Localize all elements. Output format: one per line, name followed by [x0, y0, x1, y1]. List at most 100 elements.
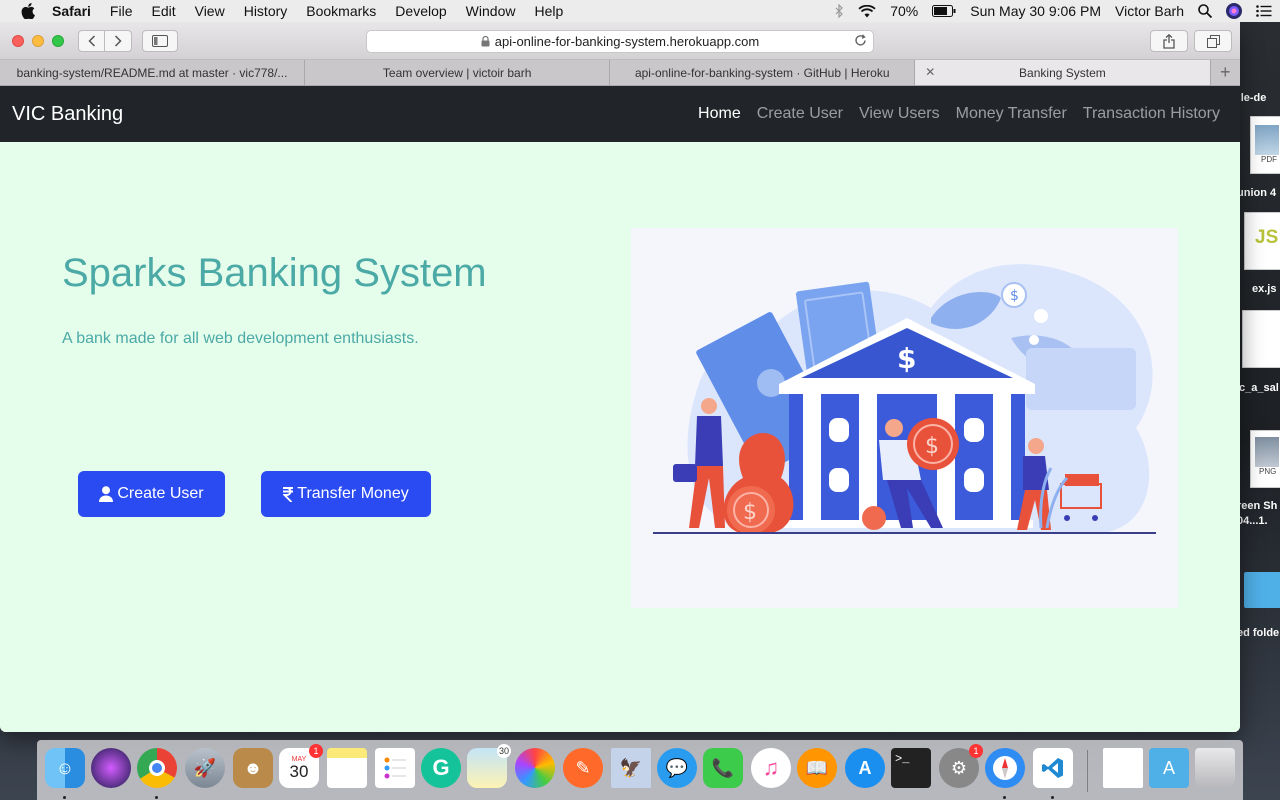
nav-view-users[interactable]: View Users: [859, 105, 940, 123]
menu-edit[interactable]: Edit: [151, 3, 175, 19]
menu-develop[interactable]: Develop: [395, 3, 446, 19]
nav-transaction-history[interactable]: Transaction History: [1083, 105, 1220, 123]
terminal-icon[interactable]: >_: [891, 748, 931, 788]
safari-icon[interactable]: [985, 748, 1025, 788]
forward-button[interactable]: [105, 29, 132, 52]
notes-icon[interactable]: [327, 748, 367, 788]
back-button[interactable]: [78, 29, 105, 52]
zoom-window-button[interactable]: [52, 34, 64, 47]
document-file-icon[interactable]: [1242, 310, 1280, 368]
bluetooth-icon[interactable]: [835, 4, 844, 18]
menu-help[interactable]: Help: [534, 3, 563, 19]
calendar-badge: 1: [309, 744, 323, 758]
tab-overview-button[interactable]: [1194, 30, 1232, 52]
close-tab-icon[interactable]: ✕: [925, 65, 935, 79]
desktop-file-label[interactable]: 04...1.: [1240, 515, 1268, 527]
desktop-file-label[interactable]: ex.js: [1252, 283, 1276, 295]
sidebar-toggle-button[interactable]: [142, 29, 178, 52]
books-icon[interactable]: 📖: [797, 748, 837, 788]
finder-icon[interactable]: ☺: [45, 748, 85, 788]
launchpad-icon[interactable]: 🚀: [185, 748, 225, 788]
applications-folder-icon[interactable]: A: [1149, 748, 1189, 788]
nav-home[interactable]: Home: [698, 105, 741, 123]
dock-separator: [1087, 750, 1088, 792]
siri-dock-icon[interactable]: [91, 748, 131, 788]
tab-title: Banking System: [1019, 65, 1106, 80]
running-indicator: [155, 796, 158, 799]
transfer-money-button[interactable]: Transfer Money: [261, 471, 431, 517]
clock[interactable]: Sun May 30 9:06 PM: [970, 3, 1101, 19]
desktop-icons: ule-de PDF union 4 JS ex.js c_a_sal PNG …: [1240, 86, 1280, 646]
tab-title: Team overview | victoir barh: [382, 65, 532, 80]
file-type-label: JS: [1255, 227, 1279, 248]
transfer-money-button-label: Transfer Money: [297, 485, 409, 502]
address-bar[interactable]: api-online-for-banking-system.herokuapp.…: [366, 30, 874, 53]
folder-icon[interactable]: [1244, 572, 1280, 608]
nav-money-transfer[interactable]: Money Transfer: [956, 105, 1067, 123]
mail-stamp-icon[interactable]: 🦅: [611, 748, 651, 788]
messages-icon[interactable]: 💬: [657, 748, 697, 788]
site-nav-links: Home Create User View Users Money Transf…: [698, 86, 1220, 142]
minimize-window-button[interactable]: [32, 34, 44, 47]
tab-banking-system[interactable]: ✕ Banking System: [915, 60, 1211, 85]
create-user-button[interactable]: Create User: [78, 471, 225, 517]
tab-heroku[interactable]: api-online-for-banking-system · GitHub |…: [610, 60, 916, 85]
contacts-icon[interactable]: ☻: [233, 748, 273, 788]
siri-icon[interactable]: [1226, 3, 1242, 19]
png-file-icon[interactable]: PNG: [1250, 430, 1280, 488]
menu-view[interactable]: View: [195, 3, 225, 19]
tab-team-overview[interactable]: Team overview | victoir barh: [305, 60, 611, 85]
site-brand[interactable]: VIC Banking: [12, 103, 123, 126]
nav-create-user[interactable]: Create User: [757, 105, 843, 123]
facetime-icon[interactable]: 📞: [703, 748, 743, 788]
battery-percent[interactable]: 70%: [890, 3, 918, 19]
user-name[interactable]: Victor Barh: [1115, 3, 1184, 19]
desktop-file-label[interactable]: c_a_sal: [1240, 382, 1279, 394]
hero-subtitle: A bank made for all web development enth…: [62, 330, 419, 347]
chrome-icon[interactable]: [137, 748, 177, 788]
new-tab-button[interactable]: +: [1211, 60, 1240, 85]
menu-app-name[interactable]: Safari: [52, 3, 91, 19]
vscode-icon[interactable]: [1033, 748, 1073, 788]
menu-bookmarks[interactable]: Bookmarks: [306, 3, 376, 19]
wifi-icon[interactable]: [858, 4, 876, 18]
reload-icon[interactable]: [854, 34, 867, 47]
calendar-icon[interactable]: MAY 30 1: [279, 744, 323, 788]
close-window-button[interactable]: [12, 34, 24, 47]
desktop-file-label[interactable]: union 4: [1240, 187, 1276, 199]
spotlight-search-icon[interactable]: [1198, 4, 1212, 18]
menu-window[interactable]: Window: [466, 3, 516, 19]
reminders-icon[interactable]: [375, 748, 415, 788]
apple-icon[interactable]: [18, 0, 38, 22]
desktop-file-label[interactable]: reen Sh: [1240, 500, 1277, 512]
preview-icon[interactable]: 30: [467, 744, 511, 788]
svg-text:$: $: [925, 434, 939, 459]
svg-text:$: $: [897, 342, 916, 375]
pdf-file-icon[interactable]: PDF: [1250, 116, 1280, 174]
menu-file[interactable]: File: [110, 3, 133, 19]
system-preferences-icon[interactable]: ⚙ 1: [939, 744, 983, 788]
desktop-file-label[interactable]: ule-de: [1240, 92, 1266, 104]
jpeg-file-icon[interactable]: [1103, 748, 1143, 788]
create-user-button-label: Create User: [117, 485, 204, 502]
svg-text:$: $: [743, 500, 757, 525]
user-icon: [99, 486, 114, 502]
tab-github-readme[interactable]: banking-system/README.md at master · vic…: [0, 60, 306, 85]
notification-center-icon[interactable]: [1256, 5, 1272, 17]
desktop-file-label[interactable]: ed folde: [1240, 627, 1279, 639]
share-button[interactable]: [1150, 30, 1188, 52]
menu-history[interactable]: History: [244, 3, 288, 19]
menubar: Safari File Edit View History Bookmarks …: [0, 0, 1280, 22]
itunes-icon[interactable]: ♫: [751, 748, 791, 788]
grammarly-icon[interactable]: G: [421, 748, 461, 788]
postman-icon[interactable]: ✎: [563, 748, 603, 788]
trash-icon[interactable]: [1195, 748, 1235, 788]
tab-overview-icon: [1206, 34, 1220, 48]
rupee-icon: [283, 486, 294, 502]
app-store-icon[interactable]: A: [845, 748, 885, 788]
js-file-icon[interactable]: JS: [1244, 212, 1280, 270]
photos-icon[interactable]: [515, 748, 555, 788]
lock-icon: [481, 36, 490, 47]
preview-badge: 30: [497, 744, 511, 758]
battery-icon[interactable]: [932, 5, 956, 17]
